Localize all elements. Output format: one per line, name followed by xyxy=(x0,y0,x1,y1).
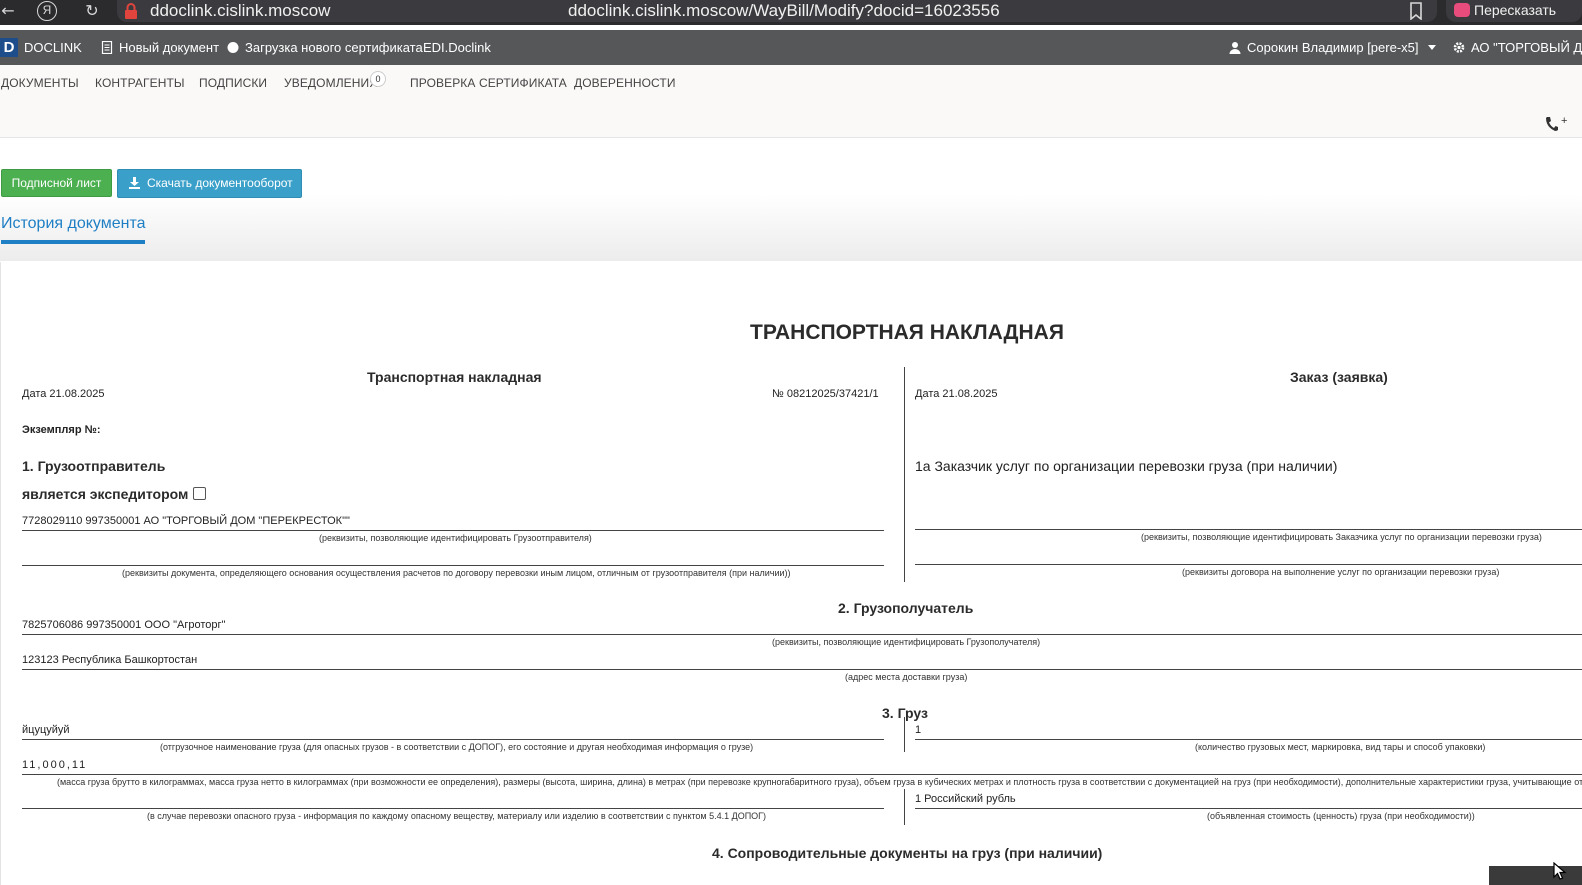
address-caption: (адрес места доставки груза) xyxy=(845,672,968,682)
section-shipper-title: 1. Грузоотправитель xyxy=(22,458,166,474)
waybill-date: Дата 21.08.2025 xyxy=(22,388,105,400)
order-header: Заказ (заявка) xyxy=(1290,369,1388,385)
mouse-cursor-icon xyxy=(1553,862,1567,880)
tab-subscriptions[interactable]: ПОДПИСКИ xyxy=(199,76,267,90)
shipper-value[interactable]: 7728029110 997350001 АО "ТОРГОВЫЙ ДОМ "П… xyxy=(22,515,350,527)
cargo-divider-bottom xyxy=(904,789,905,825)
floating-widget[interactable] xyxy=(1489,866,1582,885)
address-value[interactable]: 123123 Республика Башкортостан xyxy=(22,654,197,666)
cargo-name-caption: (отгрузочное наименование груза (для опа… xyxy=(160,742,754,752)
upload-certificate-link[interactable]: Загрузка нового сертификата xyxy=(227,30,423,65)
tab-counterparties[interactable]: КОНТРАГЕНТЫ xyxy=(95,76,185,90)
copy-number-label: Экземпляр №: xyxy=(22,424,101,436)
document-icon xyxy=(101,41,113,54)
column-divider xyxy=(904,367,905,582)
contract-field-line[interactable] xyxy=(915,564,1582,565)
declared-value-caption: (объявленная стоимость (ценность) груза … xyxy=(1207,811,1475,821)
tab-certificate-check[interactable]: ПРОВЕРКА СЕРТИФИКАТА xyxy=(410,76,567,90)
gear-icon xyxy=(1453,42,1465,53)
upload-certificate-label: Загрузка нового сертификата xyxy=(245,40,423,55)
consignee-field-line xyxy=(22,634,1582,635)
cargo-places-caption: (количество грузовых мест, маркировка, в… xyxy=(1195,742,1486,752)
retell-label: Пересказать xyxy=(1474,2,1557,18)
organization-menu[interactable]: АО "ТОРГОВЫЙ Д xyxy=(1453,30,1582,65)
new-document-link[interactable]: Новый документ xyxy=(101,30,219,65)
retell-icon xyxy=(1454,3,1470,17)
shipper-caption: (реквизиты, позволяющие идентифицировать… xyxy=(319,533,592,543)
caret-down-icon xyxy=(1428,45,1437,50)
expeditor-checkbox[interactable] xyxy=(193,487,206,500)
consignee-caption: (реквизиты, позволяющие идентифицировать… xyxy=(772,637,1041,647)
tab-power-of-attorney[interactable]: ДОВЕРЕННОСТИ xyxy=(574,76,676,90)
user-menu[interactable]: Сорокин Владимир [pere-x5] xyxy=(1229,30,1437,65)
cargo-mass-caption: (масса груза брутто в килограммах, масса… xyxy=(57,777,1582,787)
insecure-lock-icon[interactable] xyxy=(124,3,138,19)
cargo-name-field-line xyxy=(22,739,884,740)
browser-toolbar: ← Я ↻ ddoclink.cislink.moscow ddoclink.c… xyxy=(0,0,1582,25)
cargo-name-value[interactable]: йцуцуйуй xyxy=(22,724,70,736)
dangerous-cargo-caption: (в случае перевозки опасного груза - инф… xyxy=(147,811,767,821)
declared-value-field-line xyxy=(915,808,1582,809)
declared-value[interactable]: 1 Российский рубль xyxy=(915,793,1016,805)
shipper-field-line xyxy=(22,530,884,531)
download-workflow-label: Скачать документооборот xyxy=(147,176,293,190)
reload-icon[interactable]: ↻ xyxy=(80,0,104,22)
cargo-divider-top xyxy=(904,717,905,752)
waybill-header: Транспортная накладная xyxy=(367,369,542,385)
consignee-value[interactable]: 7825706086 997350001 ООО "Агроторг" xyxy=(22,619,225,631)
certificate-icon xyxy=(227,42,239,53)
dangerous-cargo-field-line[interactable] xyxy=(22,808,884,809)
retell-button[interactable]: Пересказать xyxy=(1446,0,1582,22)
waybill-number: № 08212025/37421/1 xyxy=(772,388,879,400)
phone-number-fragment: + xyxy=(1561,115,1568,127)
doclink-logo-icon[interactable]: D xyxy=(0,38,18,57)
customer-field-line[interactable] xyxy=(915,529,1582,530)
settlement-caption: (реквизиты документа, определяющего осно… xyxy=(122,568,791,578)
new-document-label: Новый документ xyxy=(119,40,220,55)
phone-icon[interactable] xyxy=(1545,116,1559,132)
app-navbar: D DOCLINK Новый документ Загрузка нового… xyxy=(0,30,1582,65)
signature-sheet-button[interactable]: Подписной лист xyxy=(1,169,112,197)
expeditor-label: является экспедитором xyxy=(22,486,189,502)
cargo-mass-value[interactable]: 11,000,11 xyxy=(22,759,87,771)
cargo-places-value[interactable]: 1 xyxy=(915,724,921,736)
user-icon xyxy=(1229,42,1241,54)
yandex-icon[interactable]: Я xyxy=(37,1,57,21)
cargo-mass-field-line xyxy=(22,774,1582,775)
download-icon xyxy=(129,177,140,189)
waybill-document: ТРАНСПОРТНАЯ НАКЛАДНАЯ Транспортная накл… xyxy=(0,262,1582,885)
cargo-places-field-line xyxy=(915,739,1582,740)
url-text[interactable]: ddoclink.cislink.moscow/WayBill/Modify?d… xyxy=(568,1,1000,21)
brand-link[interactable]: DOCLINK xyxy=(24,30,82,65)
user-name: Сорокин Владимир [pere-x5] xyxy=(1247,40,1419,55)
back-arrow-icon[interactable]: ← xyxy=(0,0,20,22)
organization-name: АО "ТОРГОВЫЙ Д xyxy=(1471,40,1582,55)
download-workflow-button[interactable]: Скачать документооборот xyxy=(117,169,302,198)
edi-link[interactable]: EDI.Doclink xyxy=(423,30,491,65)
notifications-count-badge: 0 xyxy=(370,71,386,87)
section-customer-title: 1а Заказчик услуг по организации перевоз… xyxy=(915,458,1338,474)
main-menu: ДОКУМЕНТЫ КОНТРАГЕНТЫ ПОДПИСКИ УВЕДОМЛЕН… xyxy=(0,65,1582,138)
section-consignee-title: 2. Грузополучатель xyxy=(838,600,974,616)
tab-documents[interactable]: ДОКУМЕНТЫ xyxy=(1,76,79,90)
contract-caption: (реквизиты договора на выполнение услуг … xyxy=(1182,567,1500,577)
tab-notifications[interactable]: УВЕДОМЛЕНИЯ xyxy=(284,76,378,90)
tab-document-history[interactable]: История документа xyxy=(1,215,146,233)
bookmark-icon[interactable] xyxy=(1408,2,1424,20)
active-tab-indicator xyxy=(1,240,145,244)
settlement-field-line[interactable] xyxy=(22,565,884,566)
section-accompanying-docs-title: 4. Сопроводительные документы на груз (п… xyxy=(712,845,1103,861)
document-title: ТРАНСПОРТНАЯ НАКЛАДНАЯ xyxy=(750,321,1064,344)
order-date: Дата 21.08.2025 xyxy=(915,388,998,400)
document-toolbar: Подписной лист Скачать документооборот И… xyxy=(0,139,1582,261)
address-field-line xyxy=(22,669,1582,670)
customer-caption: (реквизиты, позволяющие идентифицировать… xyxy=(1141,532,1542,542)
url-domain[interactable]: ddoclink.cislink.moscow xyxy=(150,1,330,21)
